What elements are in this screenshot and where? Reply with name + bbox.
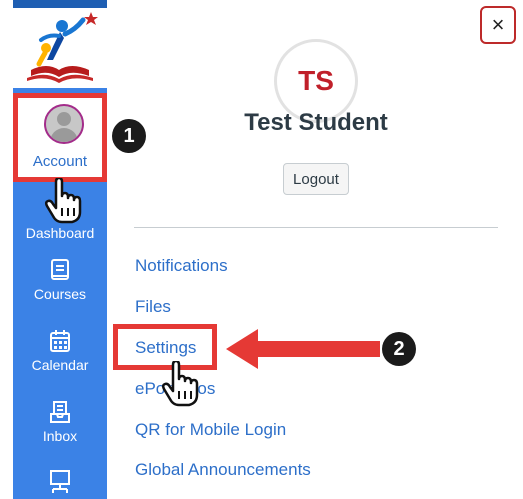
commons-icon: [50, 470, 70, 493]
user-name: Test Student: [244, 109, 388, 136]
logo-icon: [27, 12, 98, 83]
sidebar-item-label: Courses: [33, 286, 87, 302]
link-qr-mobile-login[interactable]: QR for Mobile Login: [135, 420, 286, 440]
sidebar-item-label: Dashboard: [25, 225, 95, 241]
account-label: Account: [32, 153, 88, 170]
logout-button[interactable]: Logout: [283, 163, 349, 195]
divider: [134, 227, 498, 228]
institution-logo[interactable]: [13, 8, 107, 88]
sidebar-item-label: Calendar: [31, 357, 89, 373]
account-avatar: [44, 104, 84, 144]
calendar-icon: [50, 330, 70, 352]
arrow-icon: [226, 329, 380, 369]
sidebar-item-courses[interactable]: Courses: [13, 258, 107, 302]
courses-icon: [51, 259, 69, 280]
sidebar-item-commons[interactable]: [13, 469, 107, 497]
sidebar-top-strip: [13, 0, 107, 8]
link-notifications[interactable]: Notifications: [135, 256, 228, 276]
sidebar-item-calendar[interactable]: Calendar: [13, 329, 107, 373]
sidebar-item-label: Inbox: [42, 428, 78, 444]
sidebar-item-inbox[interactable]: Inbox: [13, 400, 107, 444]
link-global-announcements[interactable]: Global Announcements: [135, 460, 311, 480]
close-tray-button[interactable]: ×: [480, 6, 516, 44]
hand-cursor-icon: [44, 178, 82, 224]
hand-cursor-icon: [161, 361, 199, 407]
step-2-badge: 2: [382, 332, 416, 366]
account-nav-item[interactable]: Account: [13, 93, 107, 182]
step-1-badge: 1: [112, 119, 146, 153]
link-files[interactable]: Files: [135, 297, 171, 317]
inbox-icon: [50, 401, 70, 423]
